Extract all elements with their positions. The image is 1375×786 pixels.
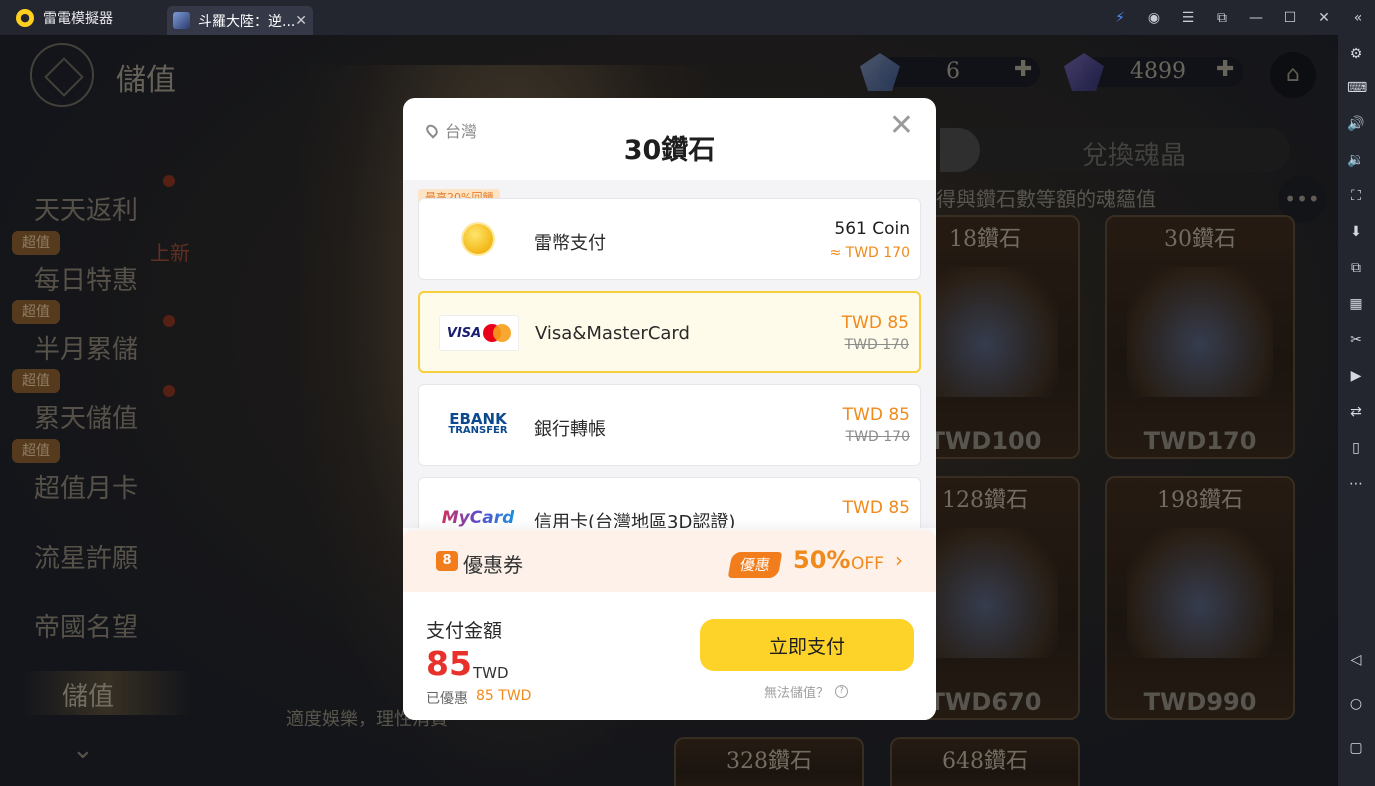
- cannot-pay-link[interactable]: 無法儲值？ ?: [764, 682, 849, 701]
- apk-icon[interactable]: ▦: [1347, 295, 1365, 313]
- ebank-transfer-logo: EBANK TRANSFER: [437, 407, 519, 443]
- recents-icon[interactable]: ▢: [1347, 739, 1365, 757]
- more-icon[interactable]: ⋯: [1347, 475, 1365, 493]
- coupon-label: 優惠券: [463, 553, 523, 577]
- scissors-icon[interactable]: ✂: [1347, 331, 1365, 349]
- payment-method-mycard[interactable]: MyCard 信用卡(台灣地區3D認證) TWD 85: [418, 477, 921, 528]
- account-icon[interactable]: ◉: [1137, 10, 1171, 26]
- help-icon: ?: [835, 685, 849, 698]
- method-original-price: TWD 170: [844, 337, 909, 353]
- fullscreen-icon[interactable]: ⛶: [1347, 187, 1365, 205]
- chevron-right-icon: ›: [895, 548, 903, 572]
- coupon-percent: 50%: [793, 546, 851, 574]
- payment-method-list[interactable]: 最高20%回饋 雷幣支付 561 Coin ≈ TWD 170 VISA Vis…: [403, 180, 936, 528]
- coupon-row[interactable]: 8 優惠券 優惠 50% OFF ›: [403, 530, 936, 592]
- tab-close-icon[interactable]: ✕: [295, 13, 307, 29]
- payment-method-ldcoin[interactable]: 雷幣支付 561 Coin ≈ TWD 170: [418, 198, 921, 280]
- minimize-icon[interactable]: —: [1239, 10, 1273, 26]
- dialog-header: 台灣 30鑽石 ✕: [403, 98, 936, 180]
- method-price: TWD 85: [841, 313, 909, 333]
- dialog-title: 30鑽石: [623, 135, 716, 166]
- boost-icon[interactable]: ⚡: [1103, 10, 1137, 26]
- ldplayer-logo-icon: ●: [16, 8, 34, 27]
- help-text: 無法儲值？: [764, 686, 830, 701]
- sync-icon[interactable]: ⇄: [1347, 403, 1365, 421]
- game-tab-icon: [173, 12, 190, 29]
- method-name: Visa&MasterCard: [535, 323, 690, 344]
- home-nav-icon[interactable]: ○: [1347, 695, 1365, 713]
- menu-icon[interactable]: ☰: [1171, 10, 1205, 26]
- tab-label: 斗羅大陸：逆...: [198, 13, 296, 30]
- maximize-icon[interactable]: ☐: [1273, 10, 1307, 26]
- saved-value: 85 TWD: [476, 688, 532, 704]
- total-label: 支付金額: [426, 620, 503, 642]
- coupon-icon: 8: [436, 551, 458, 571]
- tab-game[interactable]: 斗羅大陸：逆... ✕: [167, 6, 313, 35]
- volume-down-icon[interactable]: 🔉: [1347, 151, 1365, 169]
- keyboard-icon[interactable]: ⌨: [1347, 79, 1367, 97]
- coin-icon: [437, 221, 519, 257]
- volume-up-icon[interactable]: 🔊: [1347, 115, 1365, 133]
- method-name: 雷幣支付: [534, 233, 606, 254]
- window-controls: ⚡ ◉ ☰ ⧉ — ☐ ✕ «: [1103, 0, 1375, 35]
- payment-method-visa-mastercard[interactable]: VISA Visa&MasterCard TWD 85 TWD 170: [418, 291, 921, 373]
- method-price: TWD 85: [842, 498, 910, 518]
- total-currency: TWD: [473, 664, 509, 682]
- emulator-sidebar: ⚙ ⌨ 🔊 🔉 ⛶ ⬇ ⧉ ▦ ✂ ▶ ⇄ ▯ ⋯ ◁ ○ ▢: [1338, 35, 1375, 786]
- payment-footer: 支付金額 85 TWD 已優惠 85 TWD 立即支付 無法儲值？ ?: [403, 592, 936, 720]
- method-name: 信用卡(台灣地區3D認證): [534, 512, 736, 528]
- method-name: 銀行轉帳: [534, 419, 606, 440]
- coupon-badge: 優惠: [727, 552, 783, 578]
- coupon-off-label: OFF: [851, 554, 884, 574]
- ebank-logo-line2: TRANSFER: [448, 425, 508, 436]
- multi-instance-icon[interactable]: ⧉: [1347, 259, 1365, 277]
- collapse-sidebar-icon[interactable]: «: [1341, 10, 1375, 26]
- install-apk-icon[interactable]: ⬇: [1347, 223, 1365, 241]
- close-window-icon[interactable]: ✕: [1307, 10, 1341, 26]
- method-equivalent: ≈ TWD 170: [829, 245, 910, 261]
- method-original-price: TWD 170: [845, 429, 910, 445]
- settings-icon[interactable]: ⚙: [1347, 45, 1365, 63]
- mastercard-logo-icon: [483, 324, 512, 342]
- payment-dialog: 台灣 30鑽石 ✕ 最高20%回饋 雷幣支付 561 Coin ≈ TWD 17…: [403, 98, 936, 720]
- record-icon[interactable]: ▶: [1347, 367, 1365, 385]
- saved-label: 已優惠: [426, 691, 468, 707]
- ebank-logo-line1: EBANK: [449, 410, 507, 428]
- visa-logo-text: VISA: [446, 325, 482, 341]
- mycard-logo: MyCard: [437, 500, 519, 528]
- method-price: 561 Coin: [834, 219, 910, 239]
- mycard-logo-text: MyCard: [441, 508, 515, 528]
- app-title: 雷電模擬器: [43, 10, 113, 27]
- window-titlebar: ● 雷電模擬器 斗羅大陸：逆... ✕ ⚡ ◉ ☰ ⧉ — ☐ ✕ «: [0, 0, 1375, 35]
- shake-icon[interactable]: ▯: [1347, 439, 1365, 457]
- payment-method-bank-transfer[interactable]: EBANK TRANSFER 銀行轉帳 TWD 85 TWD 170: [418, 384, 921, 466]
- visa-mastercard-logo: VISA: [438, 315, 520, 351]
- back-icon[interactable]: ◁: [1347, 651, 1365, 669]
- popout-icon[interactable]: ⧉: [1205, 10, 1239, 26]
- pay-now-button[interactable]: 立即支付: [700, 619, 914, 671]
- method-price: TWD 85: [842, 405, 910, 425]
- close-icon[interactable]: ✕: [889, 111, 914, 141]
- total-amount: 85: [426, 644, 472, 683]
